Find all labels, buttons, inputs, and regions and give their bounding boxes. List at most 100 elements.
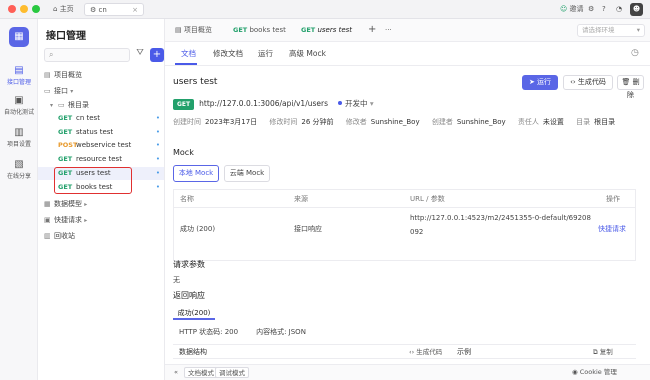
chevron-right-icon: ▸ — [84, 201, 88, 208]
chevron-right-icon: ▸ — [84, 217, 88, 224]
tree-item-interfaces[interactable]: ▭ 接口 ▾ — [38, 85, 164, 98]
search-input[interactable]: ⌕ — [44, 48, 130, 62]
maximize-window-button[interactable] — [32, 5, 40, 13]
mock-table: 名称 来源 URL / 参数 操作 成功 (200) 接口响应 http://1… — [173, 189, 636, 261]
rail-item-online-share[interactable]: ▧ 在线分享 — [0, 159, 38, 180]
chevron-down-icon: ▾ — [369, 99, 374, 108]
status-select[interactable]: 开发中 — [345, 99, 368, 108]
history-icon[interactable]: ◷ — [631, 48, 639, 58]
tree-item-root[interactable]: ▾ ▭ 根目录 — [38, 99, 164, 112]
settings-icon[interactable]: ⚙ — [588, 3, 594, 16]
copy-icon: ⧉ — [593, 348, 598, 356]
search-icon: ⌕ — [49, 50, 54, 59]
sidebar-title: 接口管理 — [46, 31, 86, 42]
request-params-title: 请求参数 — [173, 260, 205, 269]
code-icon: ‹› — [570, 78, 576, 86]
tab-project-overview[interactable]: ▤ 项目概览 — [175, 24, 212, 37]
debug-mode-button[interactable]: 调试模式 — [215, 367, 249, 378]
bottom-bar: « 文档模式 调试模式 ◉ Cookie 管理 — [165, 364, 650, 380]
run-icon: ➤ — [528, 78, 535, 86]
invite-icon: ☺ — [560, 5, 568, 13]
tab-response-200[interactable]: 成功(200) — [173, 306, 215, 320]
invite-button[interactable]: ☺ 邀请 — [560, 3, 584, 16]
api-meta: 创建时间 2023年3月17日 修改时间 26 分钟前 修改者 Sunshine_Bo… — [173, 118, 616, 126]
overview-icon: ▤ — [175, 26, 182, 34]
tab-docs[interactable]: 文档 — [181, 48, 196, 59]
help-icon[interactable]: ? — [602, 3, 606, 16]
rail-item-automation[interactable]: ▣ 自动化测试 — [0, 95, 38, 116]
data-model-icon: ▦ — [44, 200, 51, 208]
folder-icon: ▭ — [58, 101, 65, 109]
highlight-annotation — [54, 167, 132, 194]
cookie-icon: ◉ — [572, 368, 578, 376]
close-window-button[interactable] — [8, 5, 16, 13]
api-item-webservice-test[interactable]: POSTwebservice test • — [38, 139, 164, 152]
close-tab-icon[interactable]: × — [132, 4, 138, 17]
delete-button[interactable]: 🗑 删除 — [617, 75, 644, 99]
project-settings-icon: ▥ — [14, 127, 24, 138]
avatar[interactable]: ☻ — [630, 3, 643, 16]
tab-advanced-mock[interactable]: 高级 Mock — [289, 48, 326, 59]
api-sidebar: 接口管理 ⌕ ⛛ + ▤ 项目概览 ▭ 接口 ▾ ▾ ▭ 根目录 GET cn test •… — [38, 19, 165, 380]
tab-books-test[interactable]: GET books test — [233, 24, 286, 37]
status-dot-icon: • — [155, 169, 160, 177]
tab-edit-docs[interactable]: 修改文档 — [213, 48, 243, 59]
cookie-management-button[interactable]: ◉ Cookie 管理 — [572, 365, 617, 380]
status-dot-icon: • — [155, 114, 160, 122]
generate-code-button[interactable]: ‹› 生成代码 — [563, 75, 613, 90]
chevron-down-icon: ▾ — [50, 102, 54, 109]
api-management-icon: ▤ — [14, 65, 24, 76]
response-title: 返回响应 — [173, 291, 205, 300]
overview-icon: ▤ — [44, 71, 51, 79]
run-button[interactable]: ➤ 运行 — [522, 75, 558, 90]
sidebar-search: ⌕ ⛛ + — [44, 48, 164, 62]
app-logo: ▦ — [9, 27, 29, 47]
notification-icon[interactable]: ◔ — [616, 3, 622, 16]
home-tab[interactable]: ⌂ 主页 — [48, 3, 79, 16]
tab-local-mock[interactable]: 本地 Mock — [173, 165, 219, 182]
doc-mode-button[interactable]: 文档模式 — [184, 367, 218, 378]
trash-icon: ▥ — [44, 232, 51, 240]
api-item-resource-test[interactable]: GET resource test • — [38, 153, 164, 166]
more-tabs-button[interactable]: ··· — [385, 24, 392, 37]
minimize-window-button[interactable] — [20, 5, 28, 13]
tab-cloud-mock[interactable]: 云端 Mock — [224, 165, 270, 182]
generate-code-button[interactable]: ‹› 生成代码 — [409, 347, 442, 357]
request-params-value: 无 — [173, 276, 180, 284]
response-structure-bar: 数据结构 ‹› 生成代码 示例 ⧉ 复制 — [173, 344, 636, 359]
tab-users-test[interactable]: GET users test — [301, 24, 352, 37]
tab-run[interactable]: 运行 — [258, 48, 273, 59]
mock-section-title: Mock — [173, 148, 194, 157]
status-dot-icon — [338, 101, 342, 105]
tree-item-quick-requests[interactable]: ▣ 快捷请求 ▸ — [38, 214, 164, 227]
tree-item-data-models[interactable]: ▦ 数据模型 ▸ — [38, 198, 164, 211]
add-button[interactable]: + — [150, 48, 164, 62]
sub-tab-bar: 文档 修改文档 运行 高级 Mock — [165, 42, 650, 66]
active-tab-underline — [175, 63, 197, 65]
code-icon: ‹› — [409, 348, 415, 356]
project-tab[interactable]: ⚙ cn × — [84, 3, 144, 16]
app-rail: ▦ ▤ 接口管理 ▣ 自动化测试 ▥ 项目设置 ▧ 在线分享 — [0, 19, 38, 380]
title-bar: ⌂ 主页 ⚙ cn × ☺ 邀请 ⚙ ? ◔ ☻ — [0, 0, 650, 19]
doc-tab-bar: ▤ 项目概览 GET books test GET users test + ·… — [165, 19, 650, 42]
api-item-status-test[interactable]: GET status test • — [38, 126, 164, 139]
mock-table-header: 名称 来源 URL / 参数 操作 — [174, 190, 635, 208]
url-row: GET http://127.0.0.1:3006/api/v1/users 开发中… — [173, 98, 374, 110]
home-icon: ⌂ — [53, 5, 58, 13]
api-title: users test — [173, 77, 218, 87]
rail-item-api-management[interactable]: ▤ 接口管理 — [0, 65, 38, 86]
automation-icon: ▣ — [14, 95, 24, 106]
environment-select[interactable]: 请选择环境 ▾ — [577, 24, 645, 37]
tree-item-overview[interactable]: ▤ 项目概览 — [38, 69, 164, 82]
filter-icon[interactable]: ⛛ — [134, 48, 146, 62]
collapse-sidebar-icon[interactable]: « — [174, 365, 178, 380]
copy-button[interactable]: ⧉ 复制 — [593, 345, 613, 359]
add-tab-button[interactable]: + — [368, 23, 376, 36]
tree-item-recycle-bin[interactable]: ▥ 回收站 — [38, 230, 164, 243]
status-dot-icon: • — [155, 128, 160, 136]
quick-request-link[interactable]: 快捷请求 — [598, 224, 626, 234]
response-meta: HTTP 状态码: 200 内容格式: JSON — [179, 328, 306, 336]
rail-item-project-settings[interactable]: ▥ 项目设置 — [0, 127, 38, 148]
api-url: http://127.0.0.1:3006/api/v1/users — [199, 99, 328, 108]
api-item-cn-test[interactable]: GET cn test • — [38, 112, 164, 125]
